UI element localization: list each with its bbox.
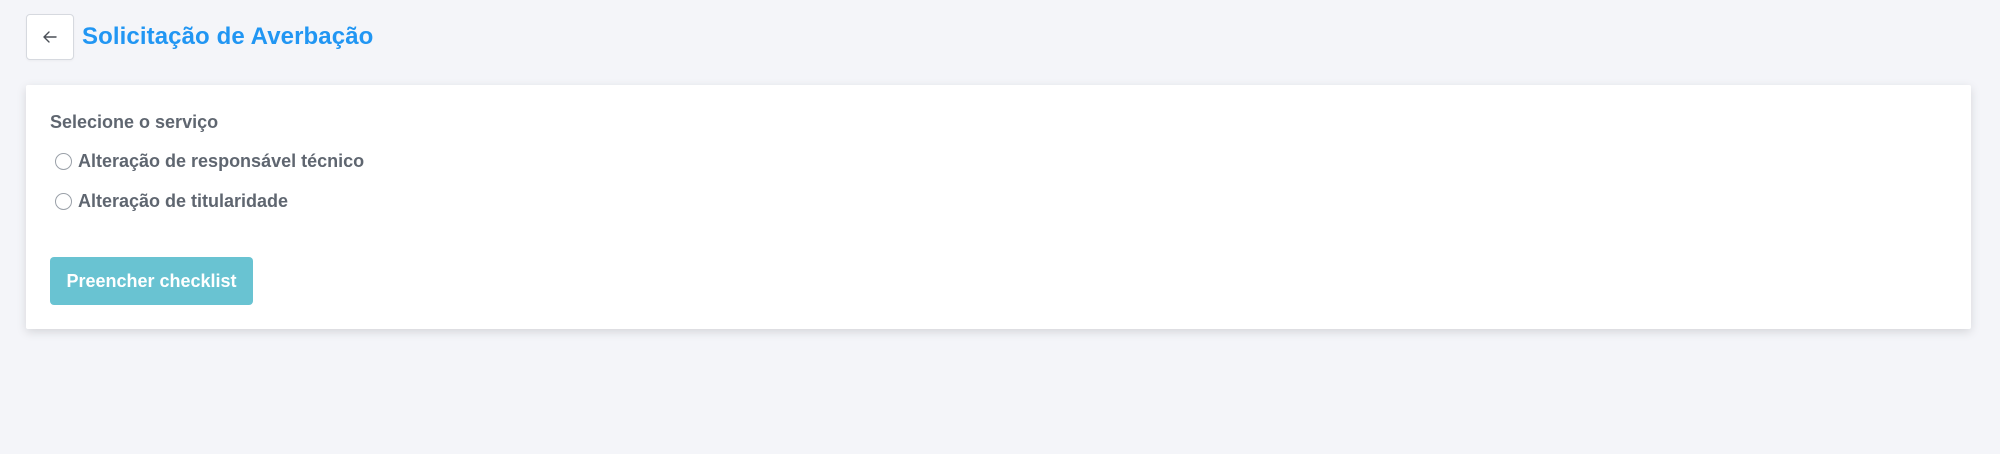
page-header: Solicitação de Averbação: [26, 13, 373, 61]
radio-option-responsavel-tecnico[interactable]: Alteração de responsável técnico: [55, 151, 364, 172]
page: Solicitação de Averbação Selecione o ser…: [0, 0, 2000, 454]
radio-option-titularidade[interactable]: Alteração de titularidade: [55, 191, 288, 212]
back-button[interactable]: [26, 14, 74, 60]
page-title: Solicitação de Averbação: [82, 23, 374, 50]
arrow-left-icon: [43, 31, 57, 43]
service-form-card: Selecione o serviço Alteração de respons…: [26, 85, 1971, 329]
radio-option-label: Alteração de responsável técnico: [78, 151, 365, 171]
service-field-label: Selecione o serviço: [50, 112, 219, 132]
radio-button[interactable]: [55, 153, 72, 170]
fill-checklist-button[interactable]: Preencher checklist: [50, 257, 253, 305]
radio-option-label: Alteração de titularidade: [78, 191, 289, 211]
radio-button[interactable]: [55, 193, 72, 210]
